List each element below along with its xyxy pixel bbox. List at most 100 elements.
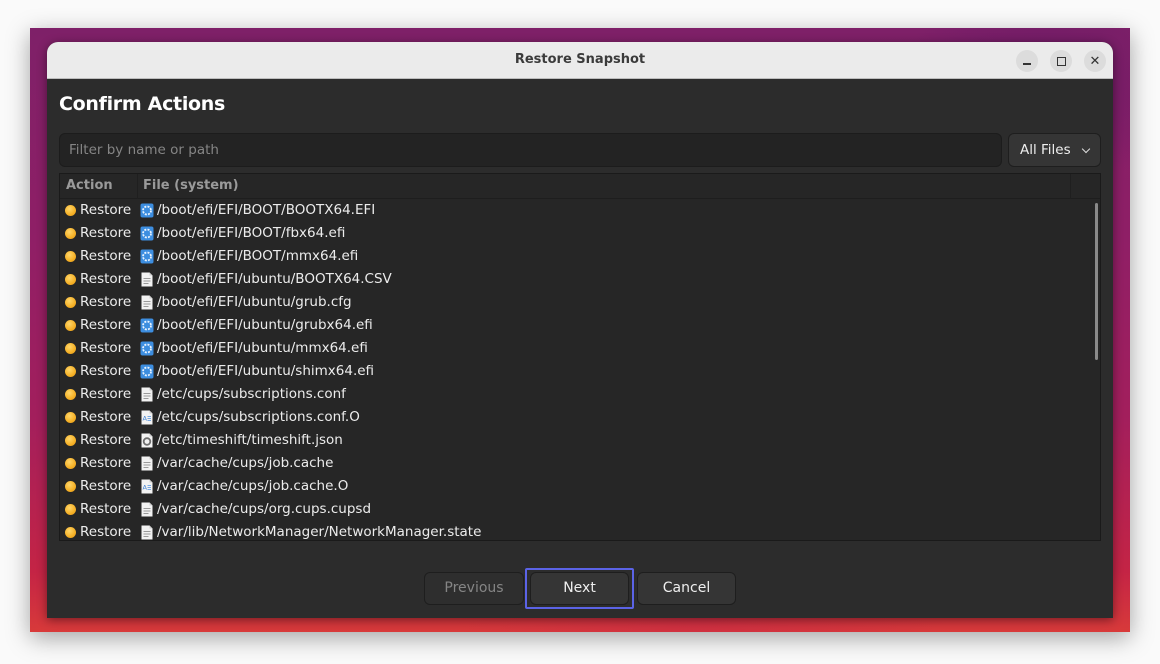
table-row[interactable]: Restore A/etc/cups/subscriptions.conf.O: [60, 406, 1100, 429]
json-file-icon: [140, 433, 154, 448]
page-title: Confirm Actions: [59, 93, 226, 115]
document-file-icon: A: [140, 410, 154, 425]
restore-status-dot-icon: [65, 527, 76, 538]
row-file-path: /boot/efi/EFI/ubuntu/grub.cfg: [157, 294, 352, 310]
text-file-icon: [140, 502, 154, 517]
table-row[interactable]: Restore A/var/cache/cups/job.cache.O: [60, 475, 1100, 498]
desktop-background: Restore Snapshot ✕ Confirm Actions All F…: [30, 28, 1130, 632]
restore-status-dot-icon: [65, 228, 76, 239]
row-action: Restore: [80, 524, 132, 540]
row-file-path: /boot/efi/EFI/ubuntu/grubx64.efi: [157, 317, 373, 333]
restore-status-dot-icon: [65, 297, 76, 308]
file-filter-dropdown[interactable]: All Files: [1008, 133, 1101, 167]
row-action: Restore: [80, 386, 132, 402]
next-button[interactable]: Next: [530, 572, 629, 605]
text-file-icon: [140, 525, 154, 540]
row-file-path: /var/lib/NetworkManager/NetworkManager.s…: [157, 524, 482, 540]
table-row[interactable]: Restore/etc/timeshift/timeshift.json: [60, 429, 1100, 452]
row-file-path: /var/cache/cups/job.cache.O: [157, 478, 349, 494]
row-file-path: /boot/efi/EFI/ubuntu/BOOTX64.CSV: [157, 271, 392, 287]
restore-status-dot-icon: [65, 366, 76, 377]
row-file-path: /boot/efi/EFI/ubuntu/mmx64.efi: [157, 340, 368, 356]
title-bar[interactable]: Restore Snapshot ✕: [47, 42, 1113, 79]
row-action: Restore: [80, 271, 132, 287]
row-action: Restore: [80, 363, 132, 379]
table-row[interactable]: Restore/boot/efi/EFI/ubuntu/mmx64.efi: [60, 337, 1100, 360]
executable-gear-icon: [140, 364, 154, 379]
column-separator[interactable]: [137, 174, 138, 199]
actions-table: Action File (system) Restore/boot/efi/EF…: [59, 173, 1101, 541]
svg-text:A: A: [143, 484, 148, 492]
cancel-button[interactable]: Cancel: [637, 572, 736, 605]
row-action: Restore: [80, 202, 132, 218]
restore-status-dot-icon: [65, 205, 76, 216]
svg-text:A: A: [143, 415, 148, 423]
vertical-scrollbar[interactable]: [1095, 203, 1098, 360]
chevron-down-icon: [1081, 144, 1091, 154]
previous-button[interactable]: Previous: [424, 572, 524, 605]
maximize-button[interactable]: [1050, 50, 1072, 72]
text-file-icon: [140, 456, 154, 471]
row-action: Restore: [80, 294, 132, 310]
document-file-icon: A: [140, 479, 154, 494]
table-row[interactable]: Restore/boot/efi/EFI/BOOT/BOOTX64.EFI: [60, 199, 1100, 222]
row-file-path: /boot/efi/EFI/BOOT/mmx64.efi: [157, 248, 359, 264]
executable-gear-icon: [140, 203, 154, 218]
row-action: Restore: [80, 317, 132, 333]
restore-status-dot-icon: [65, 458, 76, 469]
table-row[interactable]: Restore/etc/cups/subscriptions.conf: [60, 383, 1100, 406]
column-header-action[interactable]: Action: [66, 178, 113, 193]
restore-status-dot-icon: [65, 481, 76, 492]
table-row[interactable]: Restore/var/cache/cups/job.cache: [60, 452, 1100, 475]
minimize-icon: [1023, 63, 1031, 65]
table-row[interactable]: Restore/boot/efi/EFI/BOOT/mmx64.efi: [60, 245, 1100, 268]
row-action: Restore: [80, 455, 132, 471]
row-action: Restore: [80, 340, 132, 356]
table-row[interactable]: Restore/boot/efi/EFI/ubuntu/BOOTX64.CSV: [60, 268, 1100, 291]
table-row[interactable]: Restore/boot/efi/EFI/BOOT/fbx64.efi: [60, 222, 1100, 245]
table-row[interactable]: Restore/boot/efi/EFI/ubuntu/shimx64.efi: [60, 360, 1100, 383]
maximize-icon: [1056, 56, 1066, 66]
restore-status-dot-icon: [65, 320, 76, 331]
minimize-button[interactable]: [1016, 50, 1038, 72]
row-file-path: /boot/efi/EFI/BOOT/BOOTX64.EFI: [157, 202, 376, 218]
row-action: Restore: [80, 225, 132, 241]
restore-status-dot-icon: [65, 504, 76, 515]
executable-gear-icon: [140, 341, 154, 356]
close-button[interactable]: ✕: [1084, 50, 1106, 72]
row-action: Restore: [80, 432, 132, 448]
table-header: Action File (system): [60, 174, 1100, 199]
table-row[interactable]: Restore/var/cache/cups/org.cups.cupsd: [60, 498, 1100, 521]
row-action: Restore: [80, 478, 132, 494]
row-file-path: /boot/efi/EFI/ubuntu/shimx64.efi: [157, 363, 375, 379]
executable-gear-icon: [140, 226, 154, 241]
row-action: Restore: [80, 248, 132, 264]
executable-gear-icon: [140, 249, 154, 264]
row-action: Restore: [80, 409, 132, 425]
row-file-path: /var/cache/cups/job.cache: [157, 455, 334, 471]
filter-input[interactable]: [59, 133, 1002, 167]
table-row[interactable]: Restore/var/lib/NetworkManager/NetworkMa…: [60, 521, 1100, 540]
table-row[interactable]: Restore/boot/efi/EFI/ubuntu/grubx64.efi: [60, 314, 1100, 337]
restore-status-dot-icon: [65, 435, 76, 446]
restore-snapshot-dialog: Restore Snapshot ✕ Confirm Actions All F…: [47, 42, 1113, 618]
text-file-icon: [140, 295, 154, 310]
row-file-path: /etc/timeshift/timeshift.json: [157, 432, 343, 448]
restore-status-dot-icon: [65, 343, 76, 354]
file-filter-selected: All Files: [1020, 142, 1071, 158]
table-body: Restore/boot/efi/EFI/BOOT/BOOTX64.EFI Res…: [60, 199, 1100, 540]
row-file-path: /etc/cups/subscriptions.conf: [157, 386, 346, 402]
column-header-file[interactable]: File (system): [143, 178, 239, 193]
restore-status-dot-icon: [65, 274, 76, 285]
restore-status-dot-icon: [65, 251, 76, 262]
table-row[interactable]: Restore/boot/efi/EFI/ubuntu/grub.cfg: [60, 291, 1100, 314]
restore-status-dot-icon: [65, 389, 76, 400]
window-title: Restore Snapshot: [514, 52, 646, 67]
text-file-icon: [140, 272, 154, 287]
close-icon: ✕: [1089, 54, 1101, 69]
row-action: Restore: [80, 501, 132, 517]
column-separator[interactable]: [1070, 174, 1071, 199]
row-file-path: /etc/cups/subscriptions.conf.O: [157, 409, 360, 425]
row-file-path: /boot/efi/EFI/BOOT/fbx64.efi: [157, 225, 346, 241]
executable-gear-icon: [140, 318, 154, 333]
